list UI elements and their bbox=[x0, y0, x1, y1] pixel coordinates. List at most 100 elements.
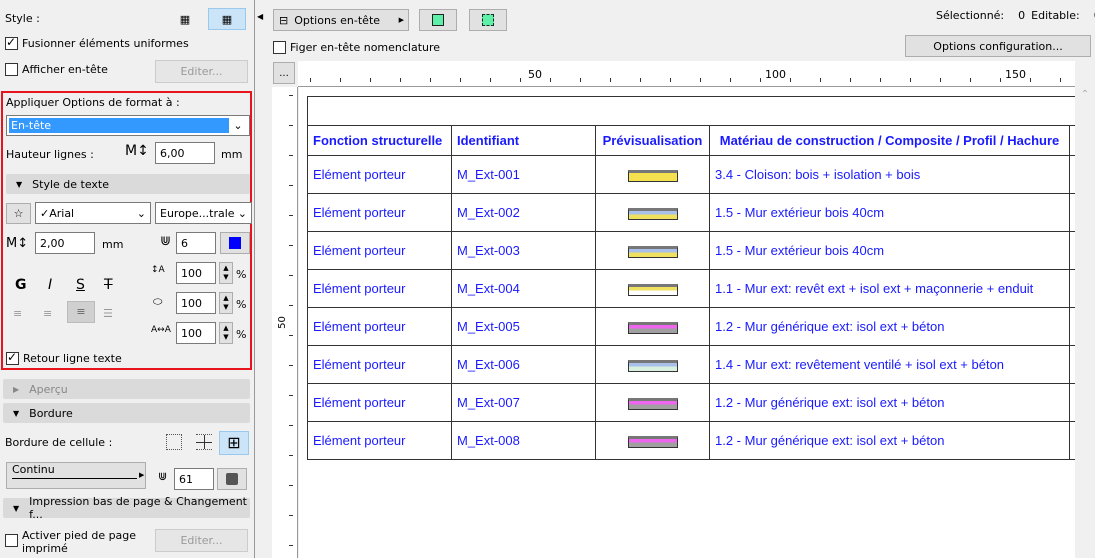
select-frame-button[interactable] bbox=[419, 9, 457, 31]
table-row[interactable]: Elément porteur M_Ext-006 1.4 - Mur ext:… bbox=[307, 345, 1075, 384]
border-pen-color[interactable] bbox=[217, 468, 247, 490]
table-row[interactable]: Elément porteur M_Ext-008 1.2 - Mur géné… bbox=[307, 421, 1075, 460]
header-options-button[interactable]: ⊟ Options en-tête ▶ bbox=[273, 9, 409, 31]
width-factor-spinner[interactable]: ▲ ▼ bbox=[219, 292, 233, 314]
preview-cell[interactable] bbox=[595, 383, 710, 422]
id-cell[interactable]: M_Ext-002 bbox=[451, 193, 596, 232]
italic-button[interactable]: I bbox=[48, 277, 52, 293]
material-cell[interactable]: 1.2 - Mur générique ext: isol ext + béto… bbox=[709, 421, 1070, 460]
line-spacing-input[interactable]: 100 bbox=[176, 262, 216, 284]
style-grid-button-2[interactable]: ▦ bbox=[208, 8, 246, 30]
show-header-checkbox[interactable] bbox=[5, 63, 18, 76]
line-type-select[interactable]: Continu ▶ bbox=[6, 462, 146, 489]
merge-checkbox[interactable] bbox=[5, 35, 18, 50]
align-right-icon[interactable]: ≡ bbox=[67, 301, 95, 323]
width-factor-input[interactable]: 100 bbox=[176, 292, 216, 314]
border-inner-icon[interactable] bbox=[196, 434, 212, 450]
pen-color-swatch[interactable] bbox=[220, 232, 250, 254]
text-style-section[interactable]: ▼ Style de texte bbox=[6, 174, 250, 194]
preview-cell[interactable] bbox=[595, 307, 710, 346]
style-grid-button-1[interactable]: ▦ bbox=[170, 8, 200, 30]
align-center-icon[interactable]: ≡ bbox=[43, 307, 52, 320]
preview-cell[interactable] bbox=[595, 231, 710, 270]
print-section[interactable]: ▼ Impression bas de page & Changement f..… bbox=[3, 495, 250, 521]
column-header[interactable]: Prévisualisation bbox=[595, 125, 710, 156]
function-cell[interactable]: Elément porteur bbox=[307, 193, 452, 232]
id-cell[interactable]: M_Ext-008 bbox=[451, 421, 596, 460]
wrap-text-checkbox[interactable] bbox=[6, 350, 19, 365]
collapse-panel-icon[interactable]: ◀ bbox=[257, 12, 263, 21]
preview-section[interactable]: ▶ Aperçu bbox=[3, 379, 250, 399]
material-cell[interactable]: 1.1 - Mur ext: revêt ext + isol ext + ma… bbox=[709, 269, 1070, 308]
selected-label: Sélectionné: bbox=[936, 9, 1005, 22]
id-cell[interactable]: M_Ext-007 bbox=[451, 383, 596, 422]
function-cell[interactable]: Elément porteur bbox=[307, 155, 452, 194]
table-row[interactable]: Elément porteur M_Ext-005 1.2 - Mur géné… bbox=[307, 307, 1075, 346]
vertical-scrollbar[interactable]: ⌃ bbox=[1075, 87, 1095, 558]
charset-select[interactable]: Europe...trale ⌄ bbox=[155, 202, 252, 224]
align-left-icon[interactable]: ≡ bbox=[13, 307, 22, 320]
function-cell[interactable]: Elément porteur bbox=[307, 307, 452, 346]
preview-cell[interactable] bbox=[595, 155, 710, 194]
border-pen-input[interactable]: 61 bbox=[174, 468, 214, 490]
ruler-tick-label: 50 bbox=[276, 316, 288, 329]
table-row[interactable]: Elément porteur M_Ext-007 1.2 - Mur géné… bbox=[307, 383, 1075, 422]
edit-footer-button[interactable]: Editer... bbox=[155, 529, 248, 552]
preview-cell[interactable] bbox=[595, 269, 710, 308]
char-spacing-input[interactable]: 100 bbox=[176, 322, 216, 344]
material-cell[interactable]: 1.5 - Mur extérieur bois 40cm bbox=[709, 193, 1070, 232]
border-none-icon[interactable] bbox=[166, 434, 182, 450]
pen-input[interactable]: 6 bbox=[176, 232, 216, 254]
bold-button[interactable]: G bbox=[15, 277, 27, 293]
preview-cell[interactable] bbox=[595, 421, 710, 460]
column-header[interactable]: Identifiant bbox=[451, 125, 596, 156]
freeze-header-checkbox[interactable] bbox=[273, 41, 286, 54]
table-row[interactable]: Elément porteur M_Ext-004 1.1 - Mur ext:… bbox=[307, 269, 1075, 308]
id-cell[interactable]: M_Ext-005 bbox=[451, 307, 596, 346]
material-cell[interactable]: 3.4 - Cloison: bois + isolation + bois bbox=[709, 155, 1070, 194]
preview-cell[interactable] bbox=[595, 193, 710, 232]
border-all-icon[interactable]: ⊞ bbox=[219, 431, 249, 455]
font-select[interactable]: ✓Arial ⌄ bbox=[35, 202, 151, 224]
id-cell[interactable]: M_Ext-006 bbox=[451, 345, 596, 384]
composite-preview-icon bbox=[627, 359, 678, 372]
material-cell[interactable]: 1.2 - Mur générique ext: isol ext + béto… bbox=[709, 307, 1070, 346]
border-section[interactable]: ▼ Bordure bbox=[3, 403, 250, 423]
function-cell[interactable]: Elément porteur bbox=[307, 231, 452, 270]
favorites-star-icon[interactable]: ☆ bbox=[6, 203, 31, 224]
style-label: Style : bbox=[5, 12, 40, 25]
text-size-input[interactable]: 2,00 bbox=[35, 232, 95, 254]
table-row[interactable]: Elément porteur M_Ext-002 1.5 - Mur exté… bbox=[307, 193, 1075, 232]
id-cell[interactable]: M_Ext-003 bbox=[451, 231, 596, 270]
line-spacing-spinner[interactable]: ▲ ▼ bbox=[219, 262, 233, 284]
preview-cell[interactable] bbox=[595, 345, 710, 384]
id-cell[interactable]: M_Ext-001 bbox=[451, 155, 596, 194]
material-cell[interactable]: 1.4 - Mur ext: revêtement ventilé + isol… bbox=[709, 345, 1070, 384]
apply-select[interactable]: En-tête ⌄ bbox=[6, 115, 250, 136]
align-justify-icon[interactable]: ☰ bbox=[103, 307, 113, 320]
function-cell[interactable]: Elément porteur bbox=[307, 345, 452, 384]
pct-label: % bbox=[236, 298, 247, 311]
footer-checkbox[interactable] bbox=[5, 534, 18, 547]
material-cell[interactable]: 1.5 - Mur extérieur bois 40cm bbox=[709, 231, 1070, 270]
ruler-options-button[interactable]: ... bbox=[273, 62, 295, 84]
row-height-input[interactable]: 6,00 bbox=[155, 142, 215, 164]
table-row[interactable]: Elément porteur M_Ext-003 1.5 - Mur exté… bbox=[307, 231, 1075, 270]
panel-divider[interactable] bbox=[254, 0, 255, 558]
width-factor-icon: ⬭ bbox=[153, 295, 163, 308]
strikethrough-button[interactable]: T bbox=[104, 277, 113, 293]
material-cell[interactable]: 1.2 - Mur générique ext: isol ext + béto… bbox=[709, 383, 1070, 422]
function-cell[interactable]: Elément porteur bbox=[307, 383, 452, 422]
config-options-button[interactable]: Options configuration... bbox=[905, 35, 1091, 57]
edit-button[interactable]: Editer... bbox=[155, 60, 248, 83]
underline-button[interactable]: S bbox=[76, 277, 85, 293]
scroll-up-icon[interactable]: ⌃ bbox=[1075, 89, 1095, 100]
id-cell[interactable]: M_Ext-004 bbox=[451, 269, 596, 308]
column-header[interactable]: Fonction structurelle bbox=[307, 125, 452, 156]
table-row[interactable]: Elément porteur M_Ext-001 3.4 - Cloison:… bbox=[307, 155, 1075, 194]
char-spacing-spinner[interactable]: ▲ ▼ bbox=[219, 322, 233, 344]
function-cell[interactable]: Elément porteur bbox=[307, 421, 452, 460]
select-frame-3d-button[interactable] bbox=[469, 9, 507, 31]
column-header[interactable]: Matériau de construction / Composite / P… bbox=[709, 125, 1070, 156]
function-cell[interactable]: Elément porteur bbox=[307, 269, 452, 308]
